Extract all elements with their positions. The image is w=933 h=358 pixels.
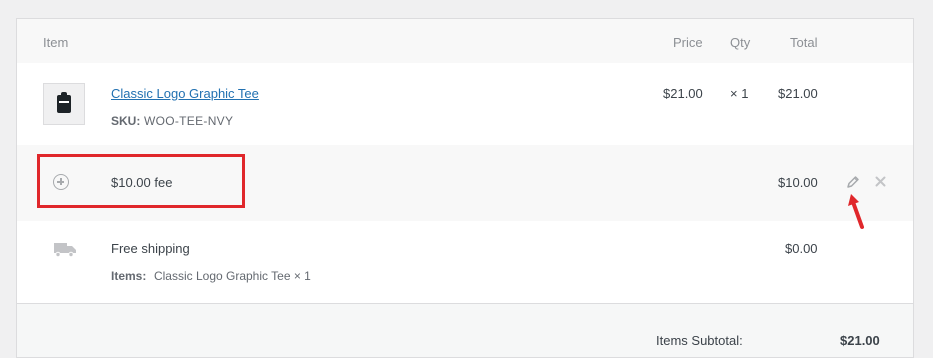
- shipping-items-value: Classic Logo Graphic Tee × 1: [153, 269, 311, 283]
- shipping-total: $0.00: [785, 241, 818, 256]
- product-name-link[interactable]: Classic Logo Graphic Tee: [111, 86, 259, 101]
- edit-pencil-icon[interactable]: [846, 175, 860, 189]
- fee-total: $10.00: [778, 175, 818, 190]
- shipping-items-label: Items:: [111, 269, 147, 283]
- line-item-row: Classic Logo Graphic Tee SKU: WOO-TEE-NV…: [17, 63, 913, 146]
- items-subtotal-value: $21.00: [840, 333, 880, 348]
- column-header-price: Price: [673, 35, 703, 50]
- column-header-item: Item: [43, 35, 69, 50]
- truck-icon: [54, 243, 76, 257]
- red-arrow-annotation: [848, 194, 864, 229]
- delete-x-icon[interactable]: [875, 176, 886, 187]
- sku-value: WOO-TEE-NVY: [143, 114, 234, 128]
- table-header: Item Price Qty Total: [17, 19, 913, 64]
- shipping-method-name: Free shipping: [111, 241, 190, 256]
- column-header-total: Total: [790, 35, 818, 50]
- row-spacer: [17, 145, 913, 153]
- items-subtotal-label: Items Subtotal:: [656, 333, 743, 348]
- product-total: $21.00: [778, 86, 818, 101]
- shipping-items: Items: Classic Logo Graphic Tee × 1: [111, 268, 311, 283]
- tshirt-icon: [57, 92, 71, 113]
- product-thumbnail[interactable]: [43, 83, 85, 125]
- product-sku: SKU: WOO-TEE-NVY: [111, 113, 233, 128]
- product-price: $21.00: [663, 86, 703, 101]
- shipping-row: Free shipping Items: Classic Logo Graphi…: [17, 221, 913, 304]
- column-header-qty: Qty: [730, 35, 751, 50]
- product-qty: × 1: [730, 86, 749, 101]
- row-spacer: [17, 213, 913, 221]
- highlight-box-annotation: [37, 154, 245, 208]
- sku-label: SKU:: [111, 114, 141, 128]
